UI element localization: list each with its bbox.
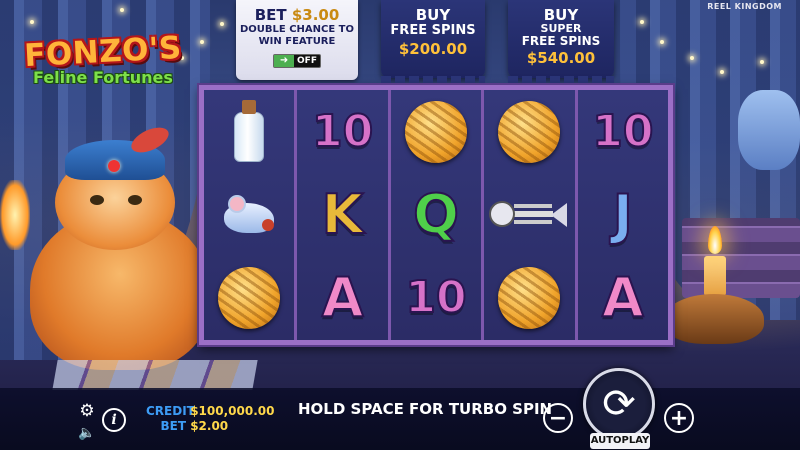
ace-symbol: A: [321, 266, 365, 330]
ante-bet-title: BET $3.00: [236, 6, 358, 24]
ante-bet-amount: $3.00: [291, 6, 340, 24]
yarn-ball-symbol: [498, 267, 561, 330]
reel-cell: [484, 90, 574, 173]
game-logo: FONZO'S Feline Fortunes: [8, 30, 198, 87]
reel-cell: [484, 257, 574, 340]
bet-label: BET: [160, 419, 186, 433]
fish-skeleton-symbol: [489, 195, 569, 235]
jack-symbol: J: [612, 182, 634, 246]
gear-icon[interactable]: ⚙: [78, 401, 96, 421]
info-button[interactable]: i: [102, 408, 126, 432]
ante-bet-toggle[interactable]: ➜ OFF: [273, 54, 321, 68]
spin-button[interactable]: ⟳: [583, 368, 655, 440]
speaker-icon[interactable]: 🔈: [78, 424, 96, 442]
reel-5: 10 J A: [577, 90, 669, 340]
reel-1: [204, 90, 298, 340]
reel-cell: A: [297, 257, 387, 340]
reel-cell: 10: [578, 90, 668, 173]
reel-cell: Q: [391, 173, 481, 256]
reel-grid: 10 K A Q 10 10 J A: [199, 85, 673, 345]
yarn-ball-symbol: [405, 100, 468, 163]
credit-label: CREDIT: [146, 404, 195, 418]
reel-4: [484, 90, 578, 340]
reel-2: 10 K A: [297, 90, 391, 340]
buy-super-price: $540.00: [526, 49, 596, 67]
yarn-ball-symbol: [218, 267, 281, 330]
decrease-bet-button[interactable]: −: [543, 403, 573, 433]
reel-cell: 10: [297, 90, 387, 173]
ace-symbol: A: [601, 266, 645, 330]
reel-cell: [204, 90, 294, 173]
reel-cell: 10: [391, 257, 481, 340]
reel-cell: J: [578, 173, 668, 256]
buy-super-free-spins-button[interactable]: BUY SUPER FREE SPINS $540.00: [508, 0, 614, 86]
game-scene: FONZO'S Feline Fortunes REEL KINGDOM BET…: [0, 0, 800, 450]
buy-free-spins-line1: BUY: [415, 6, 451, 24]
reel-cell: [484, 173, 574, 256]
pillow-decoration: [738, 90, 800, 170]
king-symbol: K: [321, 182, 365, 246]
milk-bottle-symbol: [231, 99, 267, 164]
turbo-spin-message: HOLD SPACE FOR TURBO SPIN: [298, 400, 553, 418]
reel-3: Q 10: [390, 90, 485, 340]
oil-lamp-decoration: [664, 294, 764, 344]
provider-label: REEL KINGDOM: [707, 2, 782, 11]
credit-value: $100,000.00: [190, 404, 275, 418]
buy-free-spins-line2: FREE SPINS: [390, 23, 476, 38]
bet-value: $2.00: [190, 419, 229, 433]
ante-bet-label: BET: [254, 6, 287, 24]
buy-super-line3: FREE SPINS: [521, 34, 601, 48]
reel-cell: [204, 173, 294, 256]
reel-cell: A: [578, 257, 668, 340]
ten-symbol: 10: [591, 105, 654, 157]
toggle-state: OFF: [297, 56, 317, 66]
autoplay-button[interactable]: AUTOPLAY: [590, 433, 650, 449]
buy-free-spins-price: $200.00: [398, 40, 468, 58]
toy-mouse-symbol: [214, 193, 284, 237]
balance-panel: CREDIT $100,000.00 BET $2.00: [146, 404, 274, 434]
reel-cell: [204, 257, 294, 340]
ante-bet-banner[interactable]: BET $3.00 DOUBLE CHANCE TO WIN FEATURE ➜…: [236, 0, 358, 80]
buy-free-spins-button[interactable]: BUY FREE SPINS $200.00: [381, 0, 485, 86]
increase-bet-button[interactable]: +: [664, 403, 694, 433]
reel-cell: [391, 90, 481, 173]
fonzo-cat-character: [10, 122, 220, 370]
books-decoration: [682, 218, 800, 298]
arrow-right-icon: ➜: [274, 55, 295, 67]
spin-arrows-icon: ⟳: [602, 381, 636, 427]
ten-symbol: 10: [404, 272, 467, 324]
reel-cell: K: [297, 173, 387, 256]
queen-symbol: Q: [412, 182, 460, 246]
candle-decoration: [704, 256, 726, 296]
yarn-ball-symbol: [498, 100, 561, 163]
ante-bet-description: DOUBLE CHANCE TO WIN FEATURE: [239, 24, 355, 47]
ten-symbol: 10: [311, 105, 374, 157]
buy-super-line1: BUY: [543, 6, 579, 24]
tarot-cards-decoration: [52, 360, 258, 390]
